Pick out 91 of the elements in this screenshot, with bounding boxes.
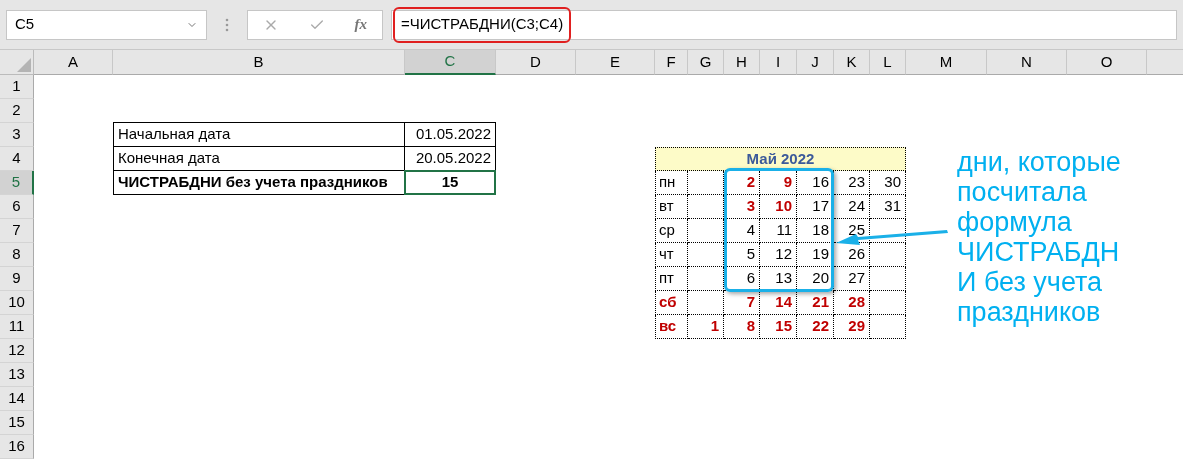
row-header[interactable]: 9 — [0, 267, 34, 291]
calendar-date: 6 — [724, 267, 760, 291]
calendar-date: 13 — [760, 267, 797, 291]
calendar-date: 14 — [760, 291, 797, 315]
column-header[interactable]: A — [34, 50, 113, 75]
calendar-date: 23 — [834, 171, 870, 195]
row-header[interactable]: 2 — [0, 99, 34, 123]
row-header[interactable]: 16 — [0, 435, 34, 459]
row-header[interactable]: 6 — [0, 195, 34, 219]
column-header[interactable]: J — [797, 50, 834, 75]
drag-handle-icon — [225, 17, 229, 32]
calendar-cell — [870, 243, 906, 267]
column-header[interactable]: I — [760, 50, 797, 75]
column-header[interactable]: E — [576, 50, 655, 75]
calendar-date: 20 — [797, 267, 834, 291]
calendar-date: 10 — [760, 195, 797, 219]
calendar-cell — [688, 171, 724, 195]
row-header[interactable]: 11 — [0, 315, 34, 339]
select-all-corner[interactable] — [0, 50, 34, 75]
weekday-label: сб — [655, 291, 688, 315]
calendar-date: 9 — [760, 171, 797, 195]
calendar-cell — [870, 267, 906, 291]
calendar-cell — [688, 291, 724, 315]
column-header[interactable]: B — [113, 50, 405, 75]
calendar-date: 4 — [724, 219, 760, 243]
calendar-date: 22 — [797, 315, 834, 339]
weekday-label: пн — [655, 171, 688, 195]
name-box[interactable]: C5 — [6, 9, 207, 40]
weekday-label: ср — [655, 219, 688, 243]
row-header[interactable]: 10 — [0, 291, 34, 315]
calendar-date: 19 — [797, 243, 834, 267]
column-header[interactable]: N — [987, 50, 1067, 75]
table-cell: Начальная дата — [113, 122, 405, 147]
calendar-cell — [870, 315, 906, 339]
calendar-cell — [688, 195, 724, 219]
column-header[interactable] — [1147, 50, 1183, 75]
calendar-date: 15 — [760, 315, 797, 339]
formula-field[interactable]: =ЧИСТРАБДНИ(C3;C4) — [391, 9, 1177, 40]
calendar-date: 2 — [724, 171, 760, 195]
table-cell: ЧИСТРАБДНИ без учета праздников — [113, 170, 405, 195]
calendar-date: 28 — [834, 291, 870, 315]
column-header[interactable]: C — [405, 50, 496, 75]
column-header[interactable]: K — [834, 50, 870, 75]
calendar-date: 29 — [834, 315, 870, 339]
calendar-date: 3 — [724, 195, 760, 219]
column-header[interactable]: G — [688, 50, 724, 75]
column-header[interactable]: H — [724, 50, 760, 75]
weekday-label: пт — [655, 267, 688, 291]
calendar-date: 5 — [724, 243, 760, 267]
calendar-date: 7 — [724, 291, 760, 315]
row-header[interactable]: 13 — [0, 363, 34, 387]
calendar-date: 11 — [760, 219, 797, 243]
table-cell[interactable]: 01.05.2022 — [404, 122, 496, 147]
column-header[interactable]: F — [655, 50, 688, 75]
weekday-label: вт — [655, 195, 688, 219]
column-header[interactable]: M — [906, 50, 987, 75]
formula-text: =ЧИСТРАБДНИ(C3;C4) — [393, 6, 572, 43]
row-header[interactable]: 8 — [0, 243, 34, 267]
row-header[interactable]: 5 — [0, 171, 34, 195]
row-header[interactable]: 15 — [0, 411, 34, 435]
row-header[interactable]: 4 — [0, 147, 34, 171]
row-header[interactable]: 7 — [0, 219, 34, 243]
calendar-date: 1 — [688, 315, 724, 339]
column-header[interactable]: O — [1067, 50, 1147, 75]
calendar-date: 8 — [724, 315, 760, 339]
calendar-date: 16 — [797, 171, 834, 195]
calendar-date: 21 — [797, 291, 834, 315]
calendar-cell — [870, 291, 906, 315]
calendar-date: 27 — [834, 267, 870, 291]
weekday-label: вс — [655, 315, 688, 339]
calendar-date: 18 — [797, 219, 834, 243]
calendar-date: 31 — [870, 195, 906, 219]
row-header[interactable]: 14 — [0, 387, 34, 411]
calendar-cell — [688, 267, 724, 291]
calendar-date: 30 — [870, 171, 906, 195]
annotation-text: дни, которые посчитала формула ЧИСТРАБДН И без учета праздников — [957, 147, 1122, 327]
row-header[interactable]: 3 — [0, 123, 34, 147]
calendar-title: Май 2022 — [655, 147, 906, 171]
column-header[interactable]: L — [870, 50, 906, 75]
row-header[interactable]: 1 — [0, 75, 34, 99]
calendar-date: 17 — [797, 195, 834, 219]
calendar-date: 24 — [834, 195, 870, 219]
insert-function-button[interactable]: fx — [354, 13, 368, 36]
column-header[interactable]: D — [496, 50, 576, 75]
calendar-cell — [688, 243, 724, 267]
calendar-date: 12 — [760, 243, 797, 267]
table-cell[interactable]: 15 — [404, 170, 496, 195]
corner-triangle-icon — [17, 58, 31, 72]
weekday-label: чт — [655, 243, 688, 267]
row-header[interactable]: 12 — [0, 339, 34, 363]
calendar-cell — [688, 219, 724, 243]
